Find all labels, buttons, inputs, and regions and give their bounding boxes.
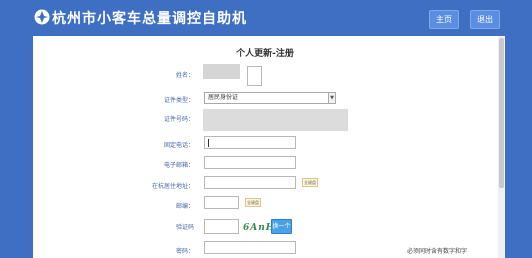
password-hint: 必须同时含有数字和字 (407, 248, 468, 255)
address-input[interactable] (204, 176, 296, 189)
id-type-value: 居民身份证 (208, 94, 239, 101)
form-title: 个人更新-注册 (236, 49, 294, 59)
name-label: 姓名： (175, 72, 194, 79)
header-bar: 杭州市小客车总量调控自助机 主页 退出 (0, 0, 532, 36)
chevron-down-icon[interactable]: ▼ (328, 93, 335, 103)
address-keyboard-button[interactable]: 全键盘 (302, 178, 318, 187)
home-button[interactable]: 主页 (429, 10, 459, 29)
photo-box (247, 66, 262, 86)
phone-input[interactable] (204, 136, 296, 149)
postcode-input[interactable] (204, 196, 239, 209)
text-caret (208, 139, 209, 147)
password-label: 密码： (175, 248, 194, 255)
captcha-input[interactable] (204, 219, 239, 234)
postcode-label: 邮编： (175, 203, 194, 210)
id-type-select[interactable]: 居民身份证 ▼ (204, 92, 336, 104)
phone-label: 固定电话： (163, 142, 194, 149)
email-input[interactable] (204, 156, 296, 169)
postcode-keyboard-button[interactable]: 全键盘 (245, 198, 261, 207)
id-number-redacted (203, 109, 348, 131)
name-redacted (203, 64, 240, 79)
password-input[interactable] (204, 241, 296, 254)
exit-button[interactable]: 退出 (470, 10, 500, 29)
email-label: 电子邮箱： (163, 162, 194, 169)
refresh-captcha-button[interactable]: 换一个 (271, 219, 292, 234)
id-type-label: 证件类型： (163, 97, 194, 104)
logo-icon (34, 9, 50, 25)
address-label: 在杭居住地址： (151, 183, 194, 190)
app-title: 杭州市小客车总量调控自助机 (52, 11, 247, 27)
captcha-label: 验证码 (175, 224, 194, 231)
id-number-label: 证件号码： (163, 116, 194, 123)
scrollbar-thumb[interactable] (499, 38, 504, 188)
